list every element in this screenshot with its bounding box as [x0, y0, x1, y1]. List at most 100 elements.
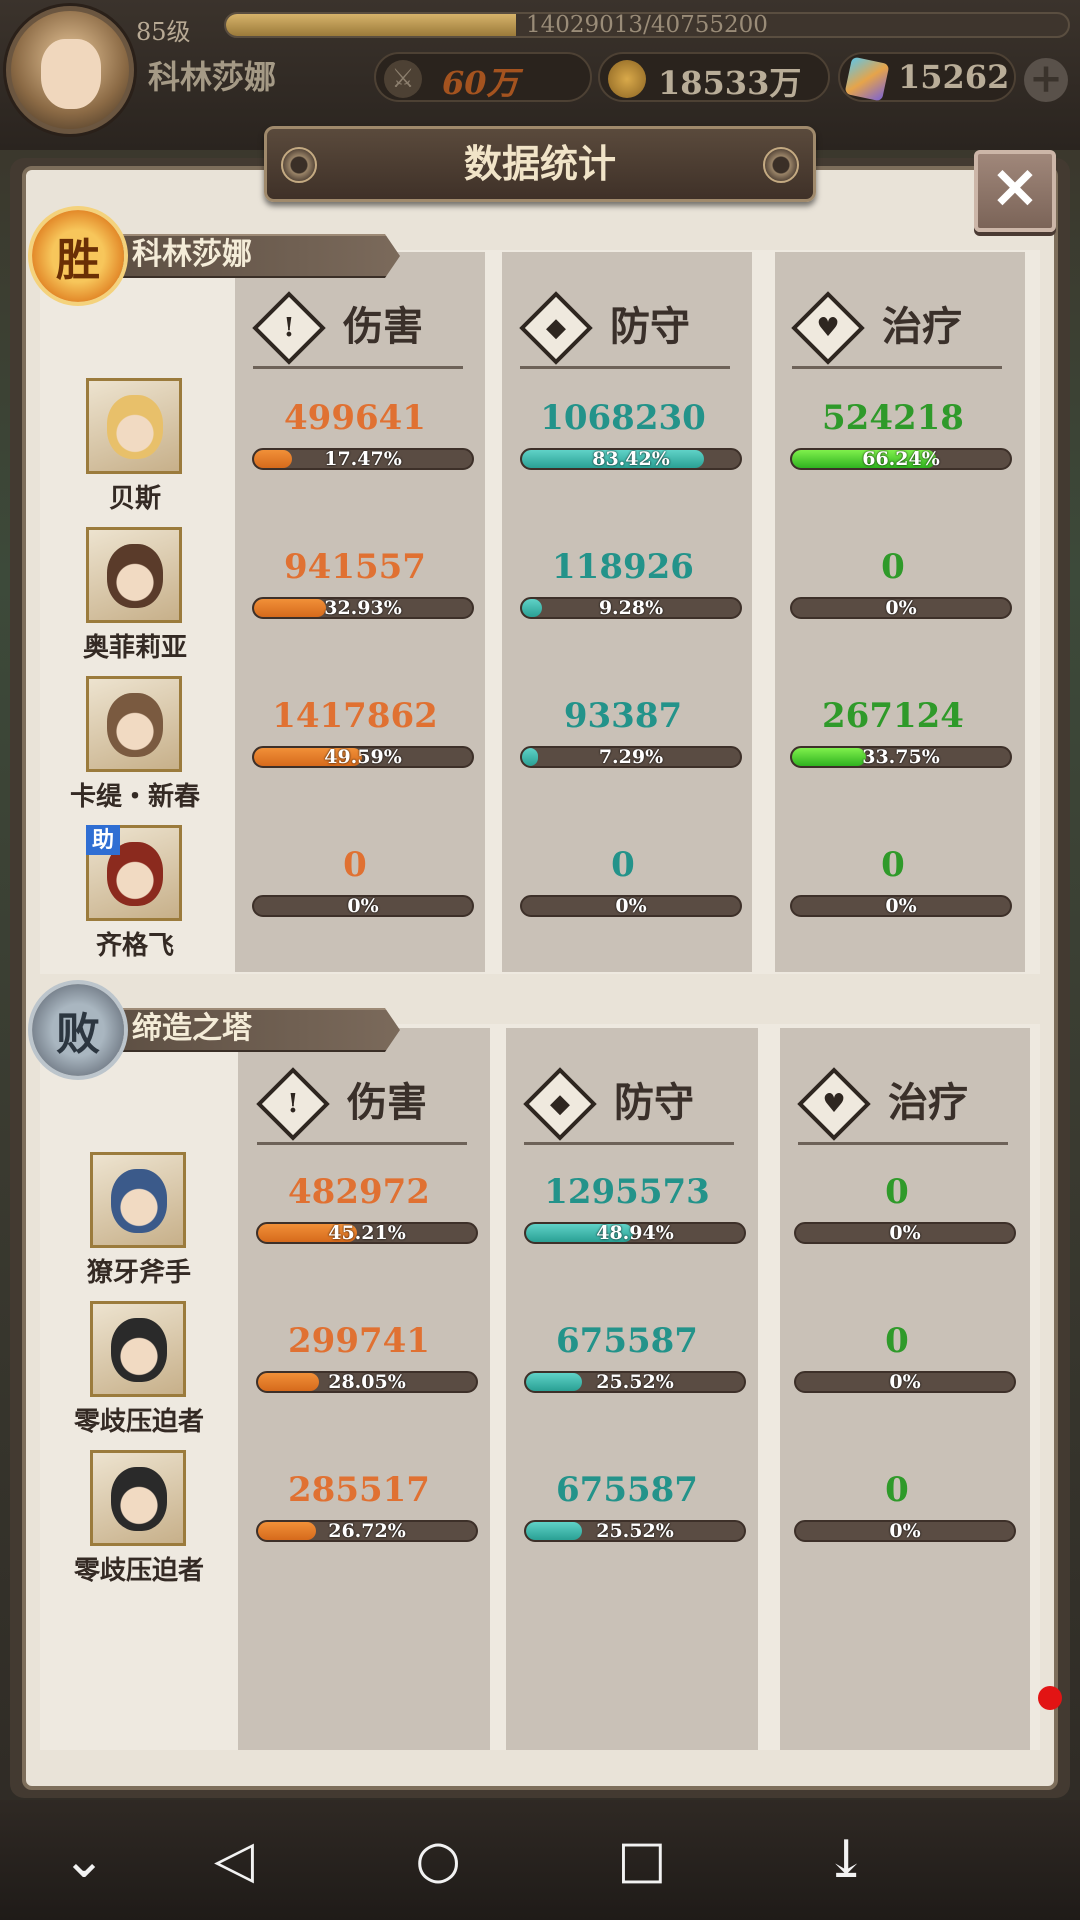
gold-chip: 18533万: [598, 52, 830, 102]
damage-percent: 32.93%: [324, 597, 402, 619]
defense-value: 675587: [556, 1470, 698, 1510]
header-underline: [798, 1142, 1008, 1145]
healing-percent: 33.75%: [862, 746, 940, 768]
damage-value: 299741: [288, 1321, 430, 1361]
exp-bar: 14029013/40755200: [224, 12, 1070, 38]
hero-name: 奥菲莉亚: [82, 633, 187, 663]
winner-header: 胜 科林莎娜: [32, 210, 400, 302]
healing-value: 267124: [822, 696, 964, 736]
damage-label: 伤害: [347, 1079, 427, 1126]
damage-share-bar: 17.47%: [252, 448, 474, 470]
assist-badge: 助: [86, 825, 120, 855]
sword-icon: !: [256, 1067, 330, 1141]
power-chip: ⚔ 60万: [374, 52, 592, 102]
damage-label: 伤害: [343, 303, 423, 350]
defense-label: 防守: [614, 1079, 694, 1126]
damage-header: ! 伤害: [252, 291, 473, 369]
gold-coin-icon: [608, 60, 646, 98]
damage-value: 499641: [284, 398, 426, 438]
exp-text: 14029013/40755200: [526, 12, 768, 38]
hero-portrait: [86, 527, 182, 623]
defense-value: 675587: [556, 1321, 698, 1361]
defense-percent: 9.28%: [598, 597, 664, 619]
healing-percent: 0%: [889, 1222, 921, 1244]
heart-plus-icon: ♥: [791, 291, 865, 365]
loser-team-name: 缔造之塔: [132, 1011, 252, 1046]
defense-value: 93387: [563, 696, 683, 736]
hero-portrait: [90, 1301, 186, 1397]
defense-percent: 0%: [615, 895, 647, 917]
healing-percent: 0%: [885, 895, 917, 917]
healing-percent: 0%: [889, 1520, 921, 1542]
damage-percent: 28.05%: [328, 1371, 406, 1393]
healing-header: ♥ 治疗: [791, 291, 1012, 369]
notification-pull-icon[interactable]: ⤓: [796, 1800, 896, 1920]
damage-percent: 49.59%: [324, 746, 402, 768]
hero-portrait: [86, 378, 182, 474]
defense-share-bar: 9.28%: [520, 597, 742, 619]
header-underline: [792, 366, 1002, 369]
shield-icon: ◆: [523, 1067, 597, 1141]
damage-percent: 45.21%: [328, 1222, 406, 1244]
defense-share-bar: 48.94%: [524, 1222, 746, 1244]
damage-percent: 26.72%: [328, 1520, 406, 1542]
shield-icon: ◆: [519, 291, 593, 365]
close-button[interactable]: ✕: [974, 150, 1056, 232]
winner-team-name: 科林莎娜: [132, 237, 252, 272]
defense-percent: 48.94%: [596, 1222, 674, 1244]
damage-value: 0: [343, 845, 367, 885]
notification-dot: [1038, 1686, 1062, 1710]
healing-share-bar: 0%: [790, 895, 1012, 917]
hero-face: [107, 693, 163, 757]
title-knob-right: [763, 147, 799, 183]
avatar-face: [41, 39, 101, 109]
player-avatar[interactable]: [6, 6, 134, 134]
healing-percent: 0%: [889, 1371, 921, 1393]
recent-square-icon[interactable]: □: [592, 1800, 692, 1920]
chevron-down-icon[interactable]: ⌄: [34, 1800, 134, 1920]
hero-face: [111, 1169, 167, 1233]
add-gems-button[interactable]: +: [1024, 58, 1068, 102]
healing-share-bar: 0%: [794, 1222, 1016, 1244]
sword-icon: !: [252, 291, 326, 365]
defense-header: ◆ 防守: [519, 291, 740, 369]
dialog-title-bar: 数据统计: [264, 126, 816, 202]
hero-face: [107, 395, 163, 459]
defense-share-bar: 25.52%: [524, 1371, 746, 1393]
defense-label: 防守: [610, 303, 690, 350]
healing-label: 治疗: [882, 303, 962, 350]
hero-face: [111, 1467, 167, 1531]
heart-plus-icon: ♥: [797, 1067, 871, 1141]
damage-share-bar: 49.59%: [252, 746, 474, 768]
defense-percent: 25.52%: [596, 1371, 674, 1393]
home-circle-icon[interactable]: ○: [388, 1800, 488, 1920]
healing-share-bar: 66.24%: [790, 448, 1012, 470]
defense-value: 1068230: [540, 398, 706, 438]
defense-value: 118926: [552, 547, 694, 587]
healing-percent: 66.24%: [862, 448, 940, 470]
hero-name: 卡缇・新春: [69, 782, 200, 812]
damage-share-bar: 28.05%: [256, 1371, 478, 1393]
defense-percent: 83.42%: [592, 448, 670, 470]
healing-share-bar: 0%: [794, 1520, 1016, 1542]
healing-percent: 0%: [885, 597, 917, 619]
player-name: 科林莎娜: [148, 58, 277, 96]
defense-share-bar: 7.29%: [520, 746, 742, 768]
gem-value: 15262: [898, 58, 1010, 96]
exp-bar-fill: [226, 14, 516, 36]
damage-value: 482972: [288, 1172, 430, 1212]
healing-value: 0: [881, 845, 905, 885]
damage-share-bar: 32.93%: [252, 597, 474, 619]
damage-share-bar: 0%: [252, 895, 474, 917]
hero-face: [107, 544, 163, 608]
loser-section: 败 缔造之塔 ! 伤害 ◆ 防守 ♥ 治疗 獠牙斧手 482972 45.21% 12…: [32, 984, 1040, 1752]
loser-header: 败 缔造之塔: [32, 984, 400, 1076]
defeat-badge: 败: [32, 984, 124, 1076]
back-triangle-icon[interactable]: ◁: [184, 1800, 284, 1920]
healing-value: 0: [885, 1172, 909, 1212]
healing-share-bar: 33.75%: [790, 746, 1012, 768]
defense-share-bar: 0%: [520, 895, 742, 917]
header-underline: [253, 366, 463, 369]
damage-percent: 17.47%: [324, 448, 402, 470]
healing-value: 0: [885, 1470, 909, 1510]
